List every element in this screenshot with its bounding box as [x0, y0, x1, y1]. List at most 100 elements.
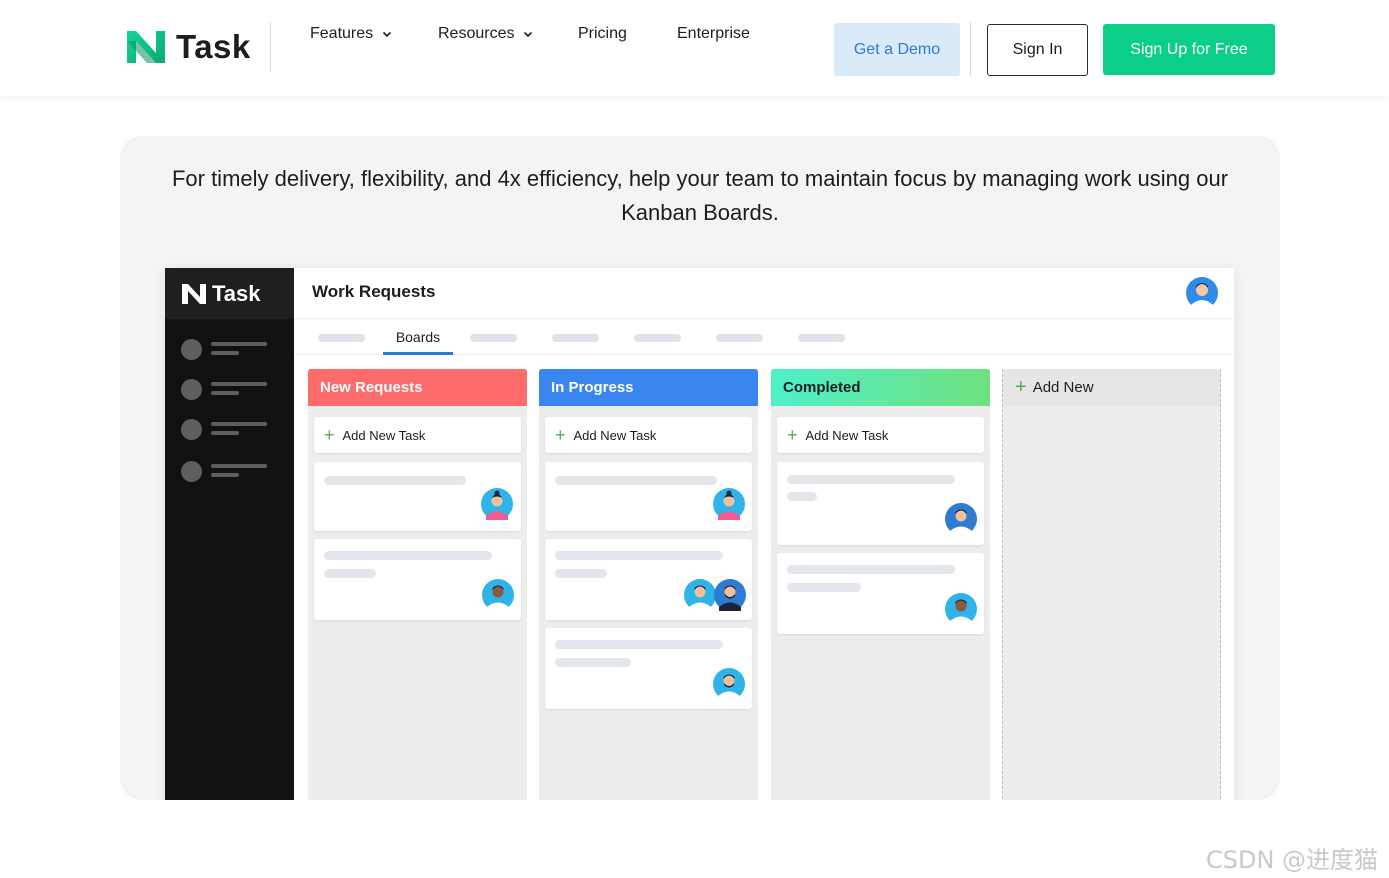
plus-icon: +	[1015, 376, 1027, 398]
task-placeholder-line	[324, 476, 466, 485]
task-card[interactable]	[545, 539, 752, 620]
sign-up-button[interactable]: Sign Up for Free	[1103, 24, 1275, 75]
nav-pricing-label: Pricing	[578, 25, 627, 42]
brand-logo[interactable]: Task	[124, 28, 251, 66]
task-placeholder-line	[787, 492, 817, 501]
avatar-icon	[713, 668, 745, 700]
sidebar-placeholder-dot	[181, 379, 202, 400]
sidebar-placeholder-dot	[181, 339, 202, 360]
get-demo-button[interactable]: Get a Demo	[834, 23, 960, 76]
button-divider	[970, 22, 971, 76]
sidebar-placeholder-line	[211, 351, 239, 355]
tab-placeholder[interactable]	[318, 334, 365, 342]
nav-enterprise-label: Enterprise	[677, 25, 750, 42]
column-in-progress: In Progress + Add New Task	[539, 369, 758, 800]
column-completed: Completed + Add New Task	[771, 369, 990, 800]
column-new-requests: New Requests + Add New Task	[308, 369, 527, 800]
sidebar-placeholder-item	[181, 460, 271, 482]
avatar-icon	[482, 579, 514, 611]
add-task-button[interactable]: + Add New Task	[545, 417, 752, 453]
column-title: In Progress	[539, 369, 758, 406]
task-placeholder-line	[555, 476, 717, 485]
nav-features-label: Features	[310, 25, 374, 42]
plus-icon: +	[324, 425, 335, 445]
app-header: Work Requests	[294, 268, 1234, 319]
task-card[interactable]	[545, 628, 752, 709]
sidebar-placeholder-item	[181, 378, 271, 400]
app-brand-name: Task	[212, 280, 261, 306]
task-card[interactable]	[314, 539, 521, 620]
watermark: CSDN @进度猫	[1206, 846, 1379, 874]
app-sidebar-brand: Task	[165, 268, 294, 319]
sidebar-placeholder-line	[211, 422, 267, 426]
brand-n-icon	[127, 31, 165, 63]
task-placeholder-line	[555, 569, 607, 578]
avatar-icon	[713, 488, 745, 520]
sign-in-button[interactable]: Sign In	[987, 24, 1088, 76]
tab-placeholder[interactable]	[552, 334, 599, 342]
sidebar-placeholder-dot	[181, 461, 202, 482]
hero-card: For timely delivery, flexibility, and 4x…	[120, 136, 1280, 800]
task-placeholder-line	[555, 658, 631, 667]
kanban-board: New Requests + Add New Task In Progress +…	[294, 355, 1234, 800]
avatar-icon	[945, 503, 977, 535]
column-title: Completed	[771, 369, 990, 406]
avatar-icon	[945, 593, 977, 625]
task-placeholder-line	[324, 551, 492, 560]
column-title: New Requests	[308, 369, 527, 406]
sidebar-placeholder-line	[211, 464, 267, 468]
tab-boards[interactable]: Boards	[383, 319, 453, 355]
task-card[interactable]	[777, 462, 984, 545]
tab-placeholder[interactable]	[716, 334, 763, 342]
kanban-app-mockup: Task Work Requests Boards New Requests +…	[165, 268, 1234, 800]
nav-resources-label: Resources	[438, 25, 515, 42]
app-page-title: Work Requests	[312, 282, 436, 301]
hero-description: For timely delivery, flexibility, and 4x…	[171, 166, 1229, 225]
sidebar-placeholder-dot	[181, 419, 202, 440]
task-placeholder-line	[555, 551, 723, 560]
sidebar-placeholder-line	[211, 342, 267, 346]
nav-pricing[interactable]: Pricing	[578, 25, 627, 43]
nav-resources[interactable]: Resources	[438, 25, 534, 43]
task-placeholder-line	[787, 583, 861, 592]
tab-placeholder[interactable]	[798, 334, 845, 342]
task-placeholder-line	[324, 569, 376, 578]
tab-placeholder[interactable]	[470, 334, 517, 342]
sidebar-placeholder-item	[181, 418, 271, 440]
add-task-button[interactable]: + Add New Task	[314, 417, 521, 453]
top-navbar: Task Features Resources Pricing Enterpri…	[0, 0, 1389, 96]
avatar-icon	[481, 488, 513, 520]
add-task-button[interactable]: + Add New Task	[777, 417, 984, 453]
task-placeholder-line	[787, 565, 955, 574]
add-new-label: Add New	[1032, 379, 1094, 396]
add-new-column-button[interactable]: + Add New	[1003, 369, 1220, 406]
nav-features[interactable]: Features	[310, 25, 393, 43]
add-task-label: Add New Task	[342, 427, 426, 443]
add-task-label: Add New Task	[573, 427, 657, 443]
add-task-label: Add New Task	[805, 427, 889, 443]
brand-name: Task	[176, 28, 251, 65]
column-add-new[interactable]: + Add New	[1002, 369, 1221, 800]
task-placeholder-line	[555, 640, 723, 649]
app-sidebar: Task	[165, 268, 294, 800]
user-avatar[interactable]	[1186, 277, 1218, 309]
plus-icon: +	[787, 425, 798, 445]
chevron-down-icon	[383, 31, 392, 38]
avatar-icon	[714, 579, 746, 611]
tab-placeholder[interactable]	[634, 334, 681, 342]
plus-icon: +	[555, 425, 566, 445]
task-card[interactable]	[777, 553, 984, 634]
task-card[interactable]	[545, 462, 752, 531]
sidebar-placeholder-line	[211, 391, 239, 395]
app-n-icon	[182, 283, 206, 304]
sidebar-placeholder-item	[181, 338, 271, 360]
task-card[interactable]	[314, 462, 521, 531]
nav-enterprise[interactable]: Enterprise	[677, 25, 750, 43]
avatar-icon	[684, 579, 716, 611]
sidebar-placeholder-line	[211, 382, 267, 386]
nav-divider	[270, 22, 271, 72]
app-tabs: Boards	[294, 319, 1234, 355]
task-placeholder-line	[787, 475, 955, 484]
chevron-down-icon	[524, 31, 533, 38]
sidebar-placeholder-line	[211, 431, 239, 435]
